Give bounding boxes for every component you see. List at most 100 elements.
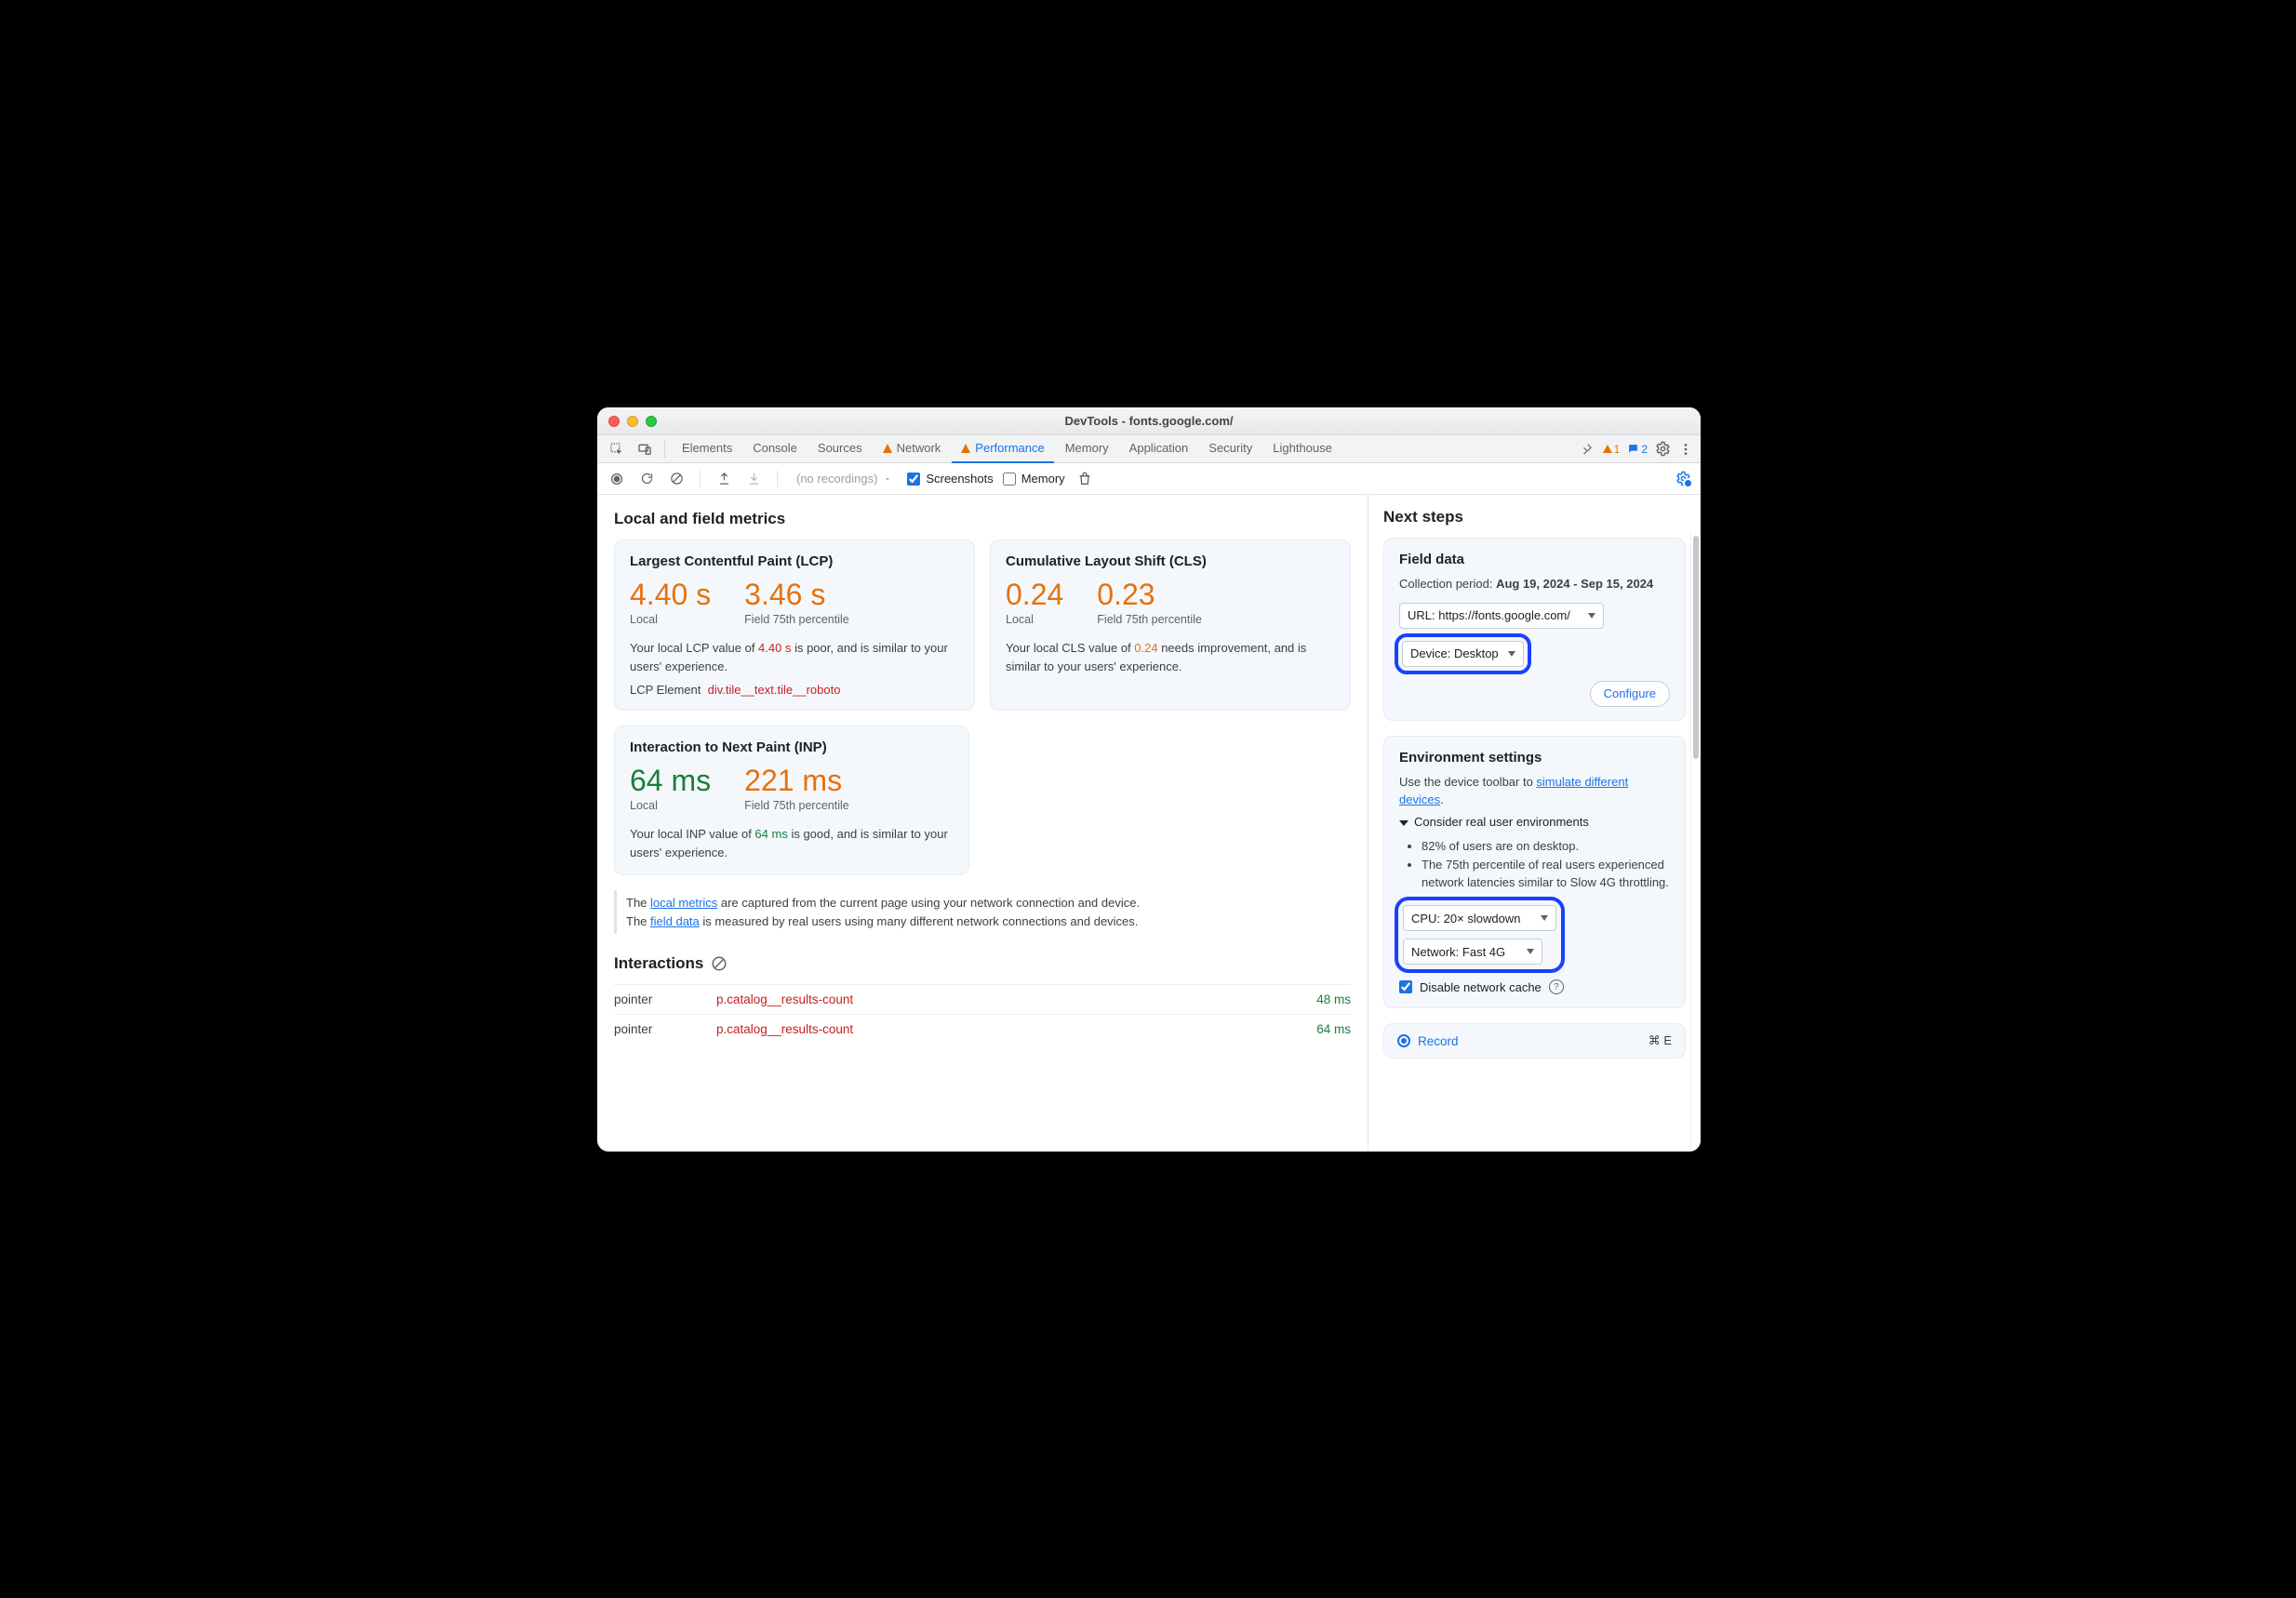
cpu-throttling-select[interactable]: CPU: 20× slowdown — [1403, 905, 1556, 931]
chevron-down-icon — [1527, 949, 1534, 954]
disable-cache-checkbox-input[interactable] — [1399, 980, 1412, 993]
reload-icon[interactable] — [636, 469, 657, 489]
tab-label: Lighthouse — [1273, 434, 1332, 462]
tab-sources[interactable]: Sources — [808, 435, 872, 463]
clear-icon[interactable] — [666, 469, 687, 489]
tab-application[interactable]: Application — [1120, 435, 1198, 463]
vertical-scrollbar[interactable] — [1690, 532, 1701, 1152]
memory-checkbox[interactable]: Memory — [1003, 472, 1065, 486]
url-select[interactable]: URL: https://fonts.google.com/ — [1399, 603, 1604, 629]
tab-elements[interactable]: Elements — [673, 435, 741, 463]
warnings-count-value: 1 — [1614, 443, 1621, 456]
inp-local-label: Local — [630, 799, 711, 812]
tab-label: Security — [1208, 434, 1252, 462]
screenshots-checkbox-input[interactable] — [907, 473, 920, 486]
tab-label: Application — [1129, 434, 1189, 462]
record-label: Record — [1418, 1034, 1459, 1048]
tab-console[interactable]: Console — [743, 435, 807, 463]
environment-settings-panel: Environment settings Use the device tool… — [1383, 736, 1686, 1009]
settings-icon[interactable] — [1655, 441, 1671, 457]
zoom-window-button[interactable] — [646, 416, 657, 427]
kebab-menu-icon[interactable] — [1678, 442, 1693, 457]
recordings-dropdown[interactable]: (no recordings) — [791, 472, 898, 486]
scrollbar-thumb[interactable] — [1693, 536, 1699, 759]
cls-title: Cumulative Layout Shift (CLS) — [1006, 553, 1335, 569]
chevron-down-icon — [1588, 613, 1595, 619]
interaction-row[interactable]: pointerp.catalog__results-count64 ms — [614, 1014, 1351, 1044]
inp-local-value: 64 ms — [630, 765, 711, 797]
messages-count[interactable]: 2 — [1627, 443, 1648, 456]
lcp-card: Largest Contentful Paint (LCP) 4.40 s Lo… — [614, 539, 975, 711]
titlebar: DevTools - fonts.google.com/ — [597, 407, 1701, 435]
tab-lighthouse[interactable]: Lighthouse — [1263, 435, 1342, 463]
record-dot-icon — [1397, 1034, 1410, 1047]
cls-card: Cumulative Layout Shift (CLS) 0.24 Local… — [990, 539, 1351, 711]
chevron-down-icon — [1508, 651, 1515, 657]
metrics-note: The local metrics are captured from the … — [614, 890, 1351, 934]
cls-description: Your local CLS value of 0.24 needs impro… — [1006, 639, 1335, 675]
more-tabs-icon[interactable] — [1575, 437, 1599, 461]
inspect-element-icon[interactable] — [605, 437, 629, 461]
next-steps-heading: Next steps — [1383, 508, 1686, 526]
tab-performance[interactable]: Performance — [952, 435, 1053, 463]
download-icon[interactable] — [743, 469, 764, 489]
interaction-kind: pointer — [614, 1022, 716, 1036]
inp-title: Interaction to Next Paint (INP) — [630, 739, 954, 755]
inp-description: Your local INP value of 64 ms is good, a… — [630, 825, 954, 861]
field-data-link[interactable]: field data — [650, 914, 700, 928]
field-data-title: Field data — [1399, 552, 1670, 567]
disable-cache-checkbox[interactable]: Disable network cache ? — [1399, 979, 1670, 994]
tab-label: Performance — [975, 434, 1044, 462]
env-hint: Use the device toolbar to simulate diffe… — [1399, 773, 1670, 809]
lcp-element[interactable]: LCP Element div.tile__text.tile__roboto — [630, 683, 959, 697]
performance-toolbar: (no recordings) Screenshots Memory — [597, 463, 1701, 495]
close-window-button[interactable] — [608, 416, 620, 427]
network-throttling-select[interactable]: Network: Fast 4G — [1403, 939, 1542, 965]
interactions-heading: Interactions — [614, 954, 1351, 973]
tab-network[interactable]: Network — [874, 435, 951, 463]
garbage-collect-icon[interactable] — [1075, 469, 1095, 489]
device-select[interactable]: Device: Desktop — [1402, 641, 1524, 667]
minimize-window-button[interactable] — [627, 416, 638, 427]
upload-icon[interactable] — [714, 469, 734, 489]
consider-environments-summary[interactable]: Consider real user environments — [1399, 809, 1670, 834]
configure-button[interactable]: Configure — [1590, 681, 1670, 707]
window-controls — [608, 416, 657, 427]
cls-field-value: 0.23 — [1097, 579, 1202, 611]
memory-checkbox-input[interactable] — [1003, 473, 1016, 486]
record-icon[interactable] — [607, 469, 627, 489]
warnings-count[interactable]: 1 — [1603, 443, 1621, 456]
interaction-row[interactable]: pointerp.catalog__results-count48 ms — [614, 984, 1351, 1014]
inp-field-value: 221 ms — [744, 765, 849, 797]
tab-label: Sources — [818, 434, 862, 462]
field-data-panel: Field data Collection period: Aug 19, 20… — [1383, 538, 1686, 721]
tab-memory[interactable]: Memory — [1056, 435, 1118, 463]
clear-interactions-icon[interactable] — [711, 955, 728, 972]
lcp-local-value: 4.40 s — [630, 579, 711, 611]
local-metrics-link[interactable]: local metrics — [650, 896, 717, 910]
chevron-down-icon — [1541, 915, 1548, 921]
capture-settings-icon[interactable] — [1675, 471, 1691, 486]
device-toolbar-icon[interactable] — [633, 437, 657, 461]
cls-field-label: Field 75th percentile — [1097, 613, 1202, 626]
record-panel: Record ⌘ E — [1383, 1023, 1686, 1059]
screenshots-checkbox-label: Screenshots — [926, 472, 993, 486]
disable-cache-label: Disable network cache — [1420, 980, 1542, 994]
cls-local-label: Local — [1006, 613, 1063, 626]
tab-security[interactable]: Security — [1199, 435, 1261, 463]
consider-environments-details[interactable]: Consider real user environments 82% of u… — [1399, 809, 1670, 893]
interaction-selector: p.catalog__results-count — [716, 992, 1286, 1006]
devtools-window: DevTools - fonts.google.com/ ElementsCon… — [597, 407, 1701, 1152]
devtools-tab-bar: ElementsConsole Sources Network Performance… — [597, 435, 1701, 463]
record-button[interactable]: Record — [1397, 1034, 1459, 1048]
cls-local-value: 0.24 — [1006, 579, 1063, 611]
inp-card: Interaction to Next Paint (INP) 64 ms Lo… — [614, 726, 969, 875]
screenshots-checkbox[interactable]: Screenshots — [907, 472, 993, 486]
lcp-description: Your local LCP value of 4.40 s is poor, … — [630, 639, 959, 675]
env-title: Environment settings — [1399, 750, 1670, 766]
sidebar-pane: Next steps Field data Collection period:… — [1368, 495, 1701, 1152]
interaction-kind: pointer — [614, 992, 716, 1006]
help-icon[interactable]: ? — [1549, 979, 1564, 994]
recordings-placeholder: (no recordings) — [796, 472, 877, 486]
tab-label: Memory — [1065, 434, 1109, 462]
